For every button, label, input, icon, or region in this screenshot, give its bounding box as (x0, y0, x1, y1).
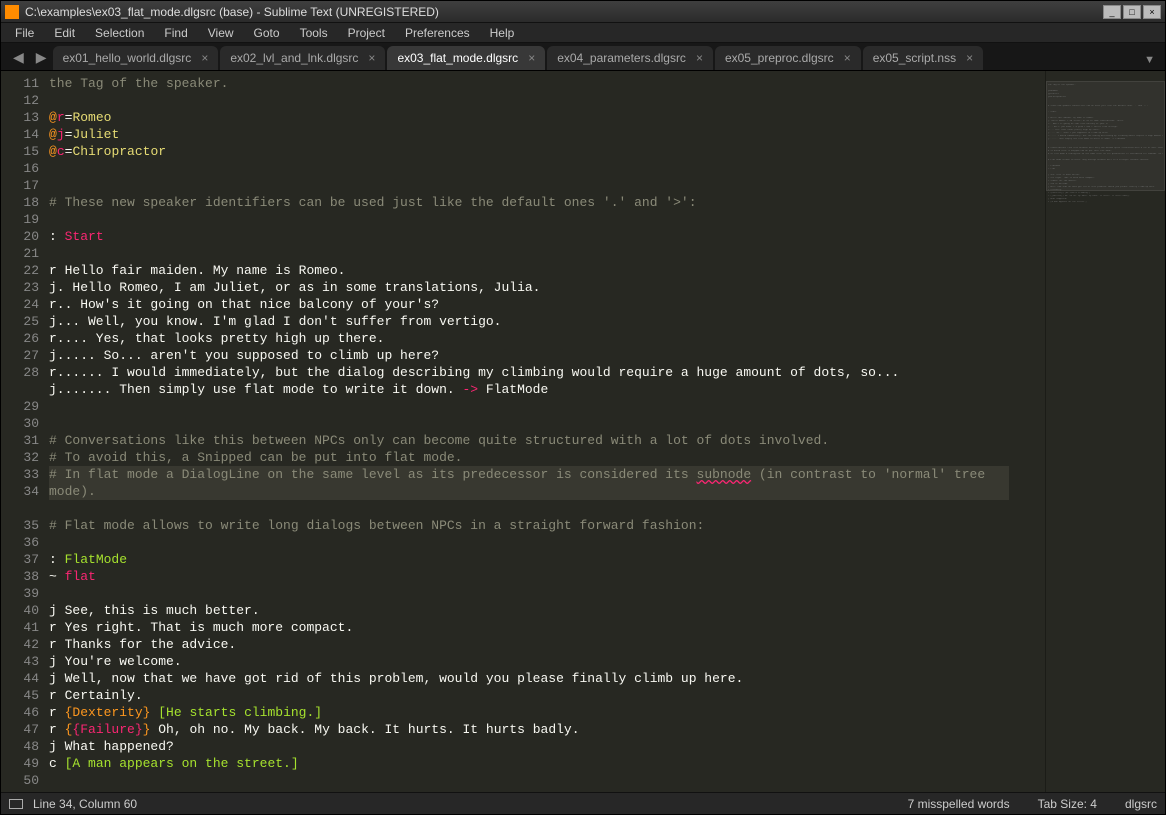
tab-ex05_preproc-dlgsrc[interactable]: ex05_preproc.dlgsrc × (715, 46, 861, 70)
tab-overflow-icon[interactable]: ▼ (1134, 50, 1165, 70)
status-tabsize[interactable]: Tab Size: 4 (1038, 797, 1097, 811)
menu-selection[interactable]: Selection (85, 24, 154, 42)
editor[interactable]: 1112131415161718192021222324252627282930… (1, 71, 1045, 792)
tab-label: ex03_flat_mode.dlgsrc (397, 51, 518, 65)
tab-ex05_script-nss[interactable]: ex05_script.nss × (863, 46, 983, 70)
tab-label: ex05_script.nss (873, 51, 956, 65)
status-spellcheck[interactable]: 7 misspelled words (908, 797, 1010, 811)
tab-ex02_lvl_and_lnk-dlgsrc[interactable]: ex02_lvl_and_lnk.dlgsrc × (220, 46, 385, 70)
menu-goto[interactable]: Goto (244, 24, 290, 42)
tab-close-icon[interactable]: × (966, 51, 973, 65)
status-position[interactable]: Line 34, Column 60 (33, 797, 880, 811)
maximize-button[interactable]: □ (1123, 5, 1141, 19)
tab-close-icon[interactable]: × (368, 51, 375, 65)
app-icon (5, 5, 19, 19)
code-content[interactable]: the Tag of the speaker. @r=Romeo@j=Julie… (49, 71, 1045, 792)
tab-label: ex05_preproc.dlgsrc (725, 51, 834, 65)
tab-close-icon[interactable]: × (844, 51, 851, 65)
tab-label: ex04_parameters.dlgsrc (557, 51, 686, 65)
tab-label: ex01_hello_world.dlgsrc (63, 51, 192, 65)
tab-close-icon[interactable]: × (528, 51, 535, 65)
close-button[interactable]: × (1143, 5, 1161, 19)
tab-ex03_flat_mode-dlgsrc[interactable]: ex03_flat_mode.dlgsrc × (387, 46, 545, 70)
tab-back-icon[interactable]: ◀ (7, 45, 30, 70)
menu-tools[interactable]: Tools (290, 24, 338, 42)
tab-row: ◀ ▶ ex01_hello_world.dlgsrc×ex02_lvl_and… (1, 43, 1165, 71)
titlebar: C:\examples\ex03_flat_mode.dlgsrc (base)… (1, 1, 1165, 23)
status-syntax[interactable]: dlgsrc (1125, 797, 1157, 811)
tab-ex01_hello_world-dlgsrc[interactable]: ex01_hello_world.dlgsrc × (53, 46, 219, 70)
menu-find[interactable]: Find (154, 24, 197, 42)
gutter: 1112131415161718192021222324252627282930… (1, 71, 49, 792)
tab-forward-icon[interactable]: ▶ (30, 45, 53, 70)
menu-edit[interactable]: Edit (44, 24, 85, 42)
tab-ex04_parameters-dlgsrc[interactable]: ex04_parameters.dlgsrc × (547, 46, 713, 70)
menu-project[interactable]: Project (338, 24, 395, 42)
minimap[interactable]: the Tag of the speaker. @r=Romeo@j=Julie… (1045, 71, 1165, 792)
statusbar: Line 34, Column 60 7 misspelled words Ta… (1, 792, 1165, 814)
window-title: C:\examples\ex03_flat_mode.dlgsrc (base)… (25, 5, 1101, 19)
panel-toggle-icon[interactable] (9, 799, 23, 809)
tab-close-icon[interactable]: × (201, 51, 208, 65)
editor-area: 1112131415161718192021222324252627282930… (1, 71, 1165, 792)
menubar: FileEditSelectionFindViewGotoToolsProjec… (1, 23, 1165, 43)
minimap-viewport[interactable] (1046, 81, 1165, 191)
menu-help[interactable]: Help (480, 24, 525, 42)
tab-label: ex02_lvl_and_lnk.dlgsrc (230, 51, 358, 65)
menu-file[interactable]: File (5, 24, 44, 42)
minimize-button[interactable]: _ (1103, 5, 1121, 19)
menu-view[interactable]: View (198, 24, 244, 42)
menu-preferences[interactable]: Preferences (395, 24, 480, 42)
tab-close-icon[interactable]: × (696, 51, 703, 65)
